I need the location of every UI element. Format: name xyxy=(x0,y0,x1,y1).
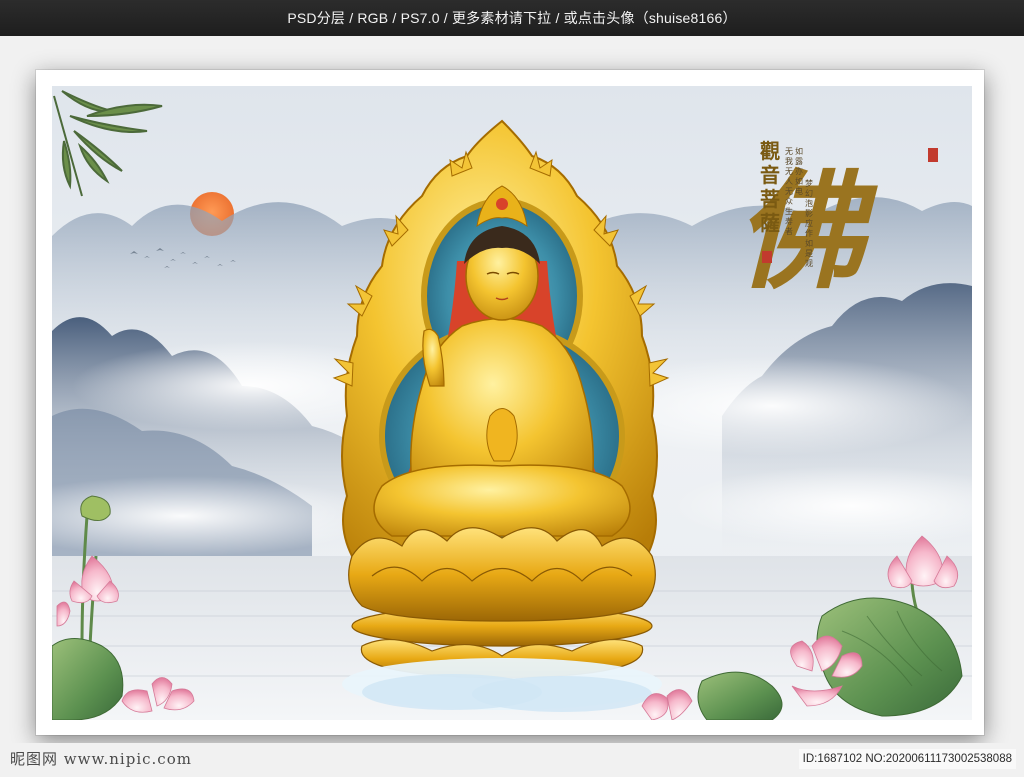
poem-column-1: 如露亦如电 xyxy=(795,146,803,196)
banner-text: PSD分层 / RGB / PS7.0 / 更多素材请下拉 / 或点击头像（sh… xyxy=(287,10,737,26)
lotus-pedestal xyxy=(348,527,656,679)
title-char-4: 薩 xyxy=(760,211,780,235)
top-info-banner: PSD分层 / RGB / PS7.0 / 更多素材请下拉 / 或点击头像（sh… xyxy=(0,0,1024,36)
title-char-1: 觀 xyxy=(760,139,780,163)
site-watermark-logo[interactable]: 昵图网 www.nipic.com xyxy=(10,744,192,774)
title-char-3: 菩 xyxy=(760,187,780,211)
statue-legs xyxy=(373,464,631,537)
poem-column-3: 梦幻泡影应作如是观 xyxy=(805,179,813,268)
artwork-canvas: 佛 觀 音 菩 薩 如露亦如电 无我无人无众生寿者 梦幻泡影应作如是观 xyxy=(52,86,972,720)
poem-column-2: 无我无人无众生寿者 xyxy=(785,147,793,236)
red-seal-mid xyxy=(762,251,772,263)
red-seal-top xyxy=(928,148,938,162)
vertical-title: 觀 音 菩 薩 xyxy=(760,139,780,235)
title-char-2: 音 xyxy=(760,163,780,187)
guanyin-artwork: 佛 觀 音 菩 薩 如露亦如电 无我无人无众生寿者 梦幻泡影应作如是观 xyxy=(52,86,972,720)
image-id-label: ID:1687102 NO:20200611173002538088 xyxy=(798,749,1016,769)
